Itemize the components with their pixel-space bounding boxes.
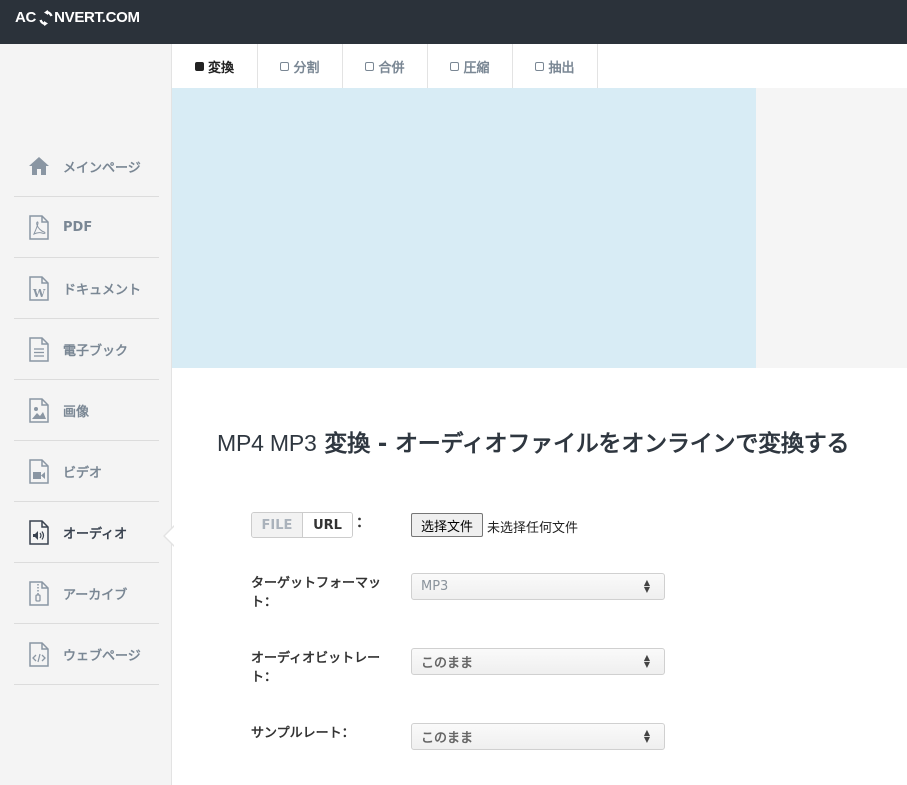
home-icon [27,153,51,179]
sample-rate-label: サンプルレート： [251,726,355,741]
archive-file-icon [27,580,51,606]
sidebar-item-document[interactable]: W ドキュメント [14,258,159,319]
target-format-label: ターゲットフォーマット： [251,576,382,610]
tool-tabs: 変換 分割 合併 圧縮 抽出 [172,44,598,88]
pdf-file-icon [27,214,51,240]
sidebar-item-archive[interactable]: アーカイブ [14,563,159,624]
top-bar: AC NVERT.COM [0,0,907,44]
sidebar: メインページ PDF W ドキュメント 電子ブック 画像 ビデオ オーディオ ア… [0,44,175,785]
tab-label: 圧縮 [463,60,490,76]
sidebar-item-label: ウェブページ [63,648,141,664]
sidebar-item-image[interactable]: 画像 [14,380,159,441]
checkbox-icon [365,61,375,71]
sidebar-item-webpage[interactable]: ウェブページ [14,624,159,685]
ebook-icon [27,336,51,362]
target-format-value: MP3 [421,579,449,594]
sidebar-item-label: 電子ブック [63,343,129,359]
page-title-prefix: MP4 MP3 [217,430,317,456]
refresh-icon [39,9,53,26]
tab-label: 抽出 [548,60,575,76]
sidebar-item-label: PDF [63,219,93,235]
checkbox-icon [280,61,290,71]
code-file-icon [27,641,51,667]
word-document-icon: W [27,275,51,301]
sidebar-item-video[interactable]: ビデオ [14,441,159,502]
sample-rate-select[interactable]: このまま ▲ ▼ [411,723,665,750]
sidebar-nav: メインページ PDF W ドキュメント 電子ブック 画像 ビデオ オーディオ ア… [14,136,175,685]
sample-rate-value: このまま [421,731,474,746]
tab-label: 変換 [207,60,234,76]
select-arrows-icon: ▲ ▼ [643,728,650,744]
url-source-button[interactable]: URL [303,513,352,537]
file-source-button[interactable]: FILE [252,513,303,537]
audio-file-icon [27,519,51,545]
page-title: MP4 MP3 変換 - オーディオファイルをオンラインで変換する [217,424,850,458]
video-file-icon [27,458,51,484]
audio-bitrate-select[interactable]: このまま ▲ ▼ [411,648,665,675]
sidebar-item-ebook[interactable]: 電子ブック [14,319,159,380]
source-toggle: FILE URL [251,512,353,538]
sidebar-item-pdf[interactable]: PDF [14,197,159,258]
logo-text-right: NVERT.COM [54,9,140,26]
select-arrows-icon: ▲ ▼ [643,653,650,669]
sidebar-item-label: オーディオ [63,526,128,542]
page-title-main: 変換 - オーディオファイルをオンラインで変換する [324,431,850,457]
logo-text-left: AC [15,9,37,26]
active-pointer [165,526,175,546]
tab-compress[interactable]: 圧縮 [428,44,513,88]
sidebar-item-label: アーカイブ [63,587,128,603]
image-file-icon [27,397,51,423]
checkbox-icon [194,61,204,71]
sidebar-item-label: 画像 [63,404,90,420]
choose-file-button[interactable]: 选择文件 [411,513,483,537]
checkbox-icon [535,61,545,71]
tab-extract[interactable]: 抽出 [513,44,598,88]
sidebar-item-label: ドキュメント [63,282,142,298]
select-arrows-icon: ▲ ▼ [643,578,650,594]
file-status-text: 未选择任何文件 [487,521,579,536]
target-format-select[interactable]: MP3 ▲ ▼ [411,573,665,600]
tab-convert[interactable]: 変換 [172,44,258,88]
sidebar-item-label: メインページ [63,160,141,176]
sidebar-item-label: ビデオ [63,465,103,481]
site-logo[interactable]: AC NVERT.COM [15,9,140,26]
audio-bitrate-value: このまま [421,656,474,671]
checkbox-icon [450,61,460,71]
tab-label: 分割 [293,60,320,76]
source-colon: ： [356,515,370,531]
ad-side-panel [756,88,907,368]
tab-merge[interactable]: 合併 [343,44,428,88]
tab-label: 合併 [378,60,405,76]
sidebar-item-audio[interactable]: オーディオ [14,502,175,563]
sidebar-item-home[interactable]: メインページ [14,136,159,197]
audio-bitrate-label: オーディオビットレート： [251,651,381,685]
ad-banner[interactable] [172,88,756,368]
svg-text:W: W [32,287,46,300]
tab-split[interactable]: 分割 [258,44,343,88]
